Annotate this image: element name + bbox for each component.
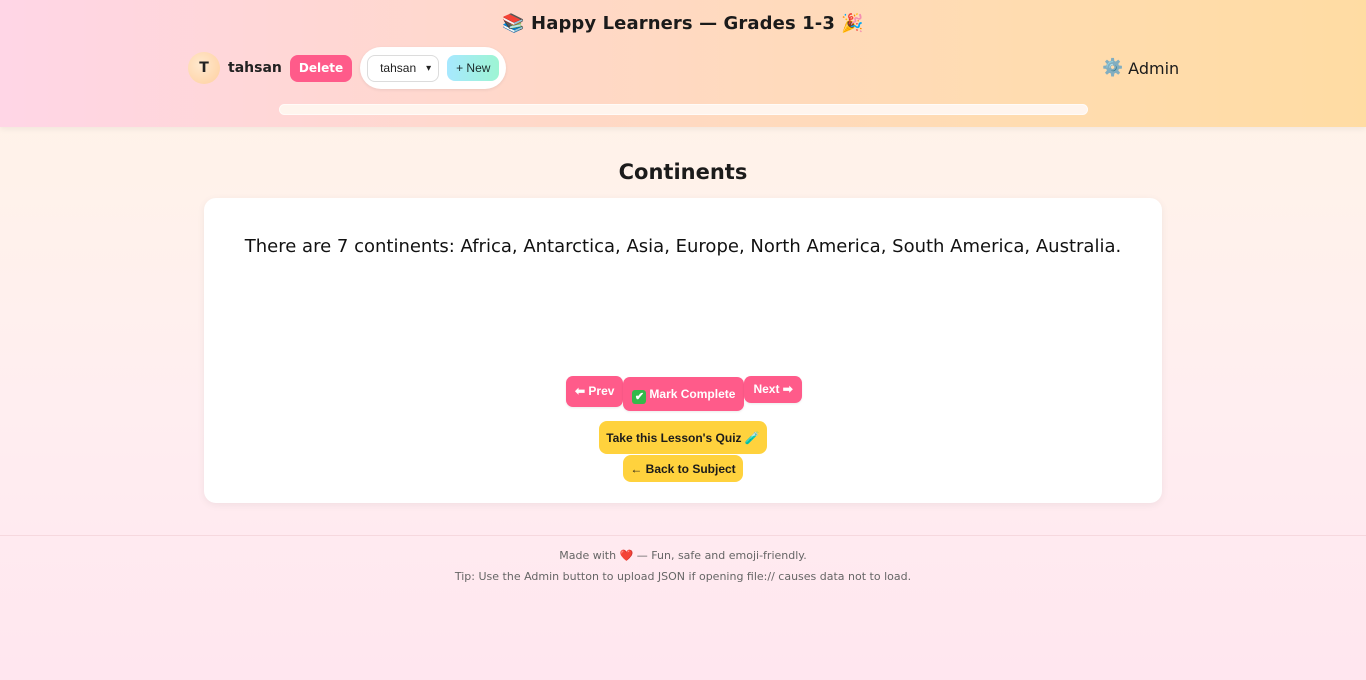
mark-complete-label: Mark Complete (649, 387, 736, 401)
app-title-text: Happy Learners — Grades 1-3 (531, 13, 835, 34)
books-icon: 📚 (502, 13, 525, 34)
mark-complete-button[interactable]: ✔ Mark Complete (623, 377, 745, 411)
lesson-card: There are 7 continents: Africa, Antarcti… (204, 198, 1162, 503)
chevron-down-icon: ▾ (426, 62, 432, 74)
lesson-text: There are 7 continents: Africa, Antarcti… (244, 236, 1122, 257)
check-icon: ✔ (632, 390, 647, 404)
next-button[interactable]: Next ➡ (744, 376, 802, 403)
new-user-button[interactable]: + New (447, 55, 500, 81)
user-select[interactable]: tahsan ▾ (367, 54, 440, 82)
back-to-subject-button[interactable]: ← Back to Subject (623, 455, 743, 482)
avatar-letter: T (199, 60, 209, 76)
app-header: 📚 Happy Learners — Grades 1-3 🎉 T tahsan… (0, 0, 1366, 127)
footer-made-with-suffix: — Fun, safe and emoji-friendly. (636, 549, 807, 562)
prev-button[interactable]: ⬅ Prev (566, 376, 624, 407)
current-username: tahsan (228, 60, 282, 76)
party-popper-icon: 🎉 (841, 13, 864, 34)
footer-divider (0, 535, 1366, 536)
heart-icon: ❤️ (619, 549, 634, 562)
user-bar: T tahsan Delete tahsan ▾ + New (188, 47, 507, 89)
user-select-value: tahsan (380, 61, 417, 75)
take-quiz-label: Take this Lesson's Quiz 🧪 (606, 430, 760, 445)
avatar: T (188, 52, 220, 84)
footer-tip: Tip: Use the Admin button to upload JSON… (454, 570, 912, 583)
admin-label: Admin (1128, 58, 1180, 78)
footer-made-with: Made with ❤️ — Fun, safe and emoji-frien… (0, 549, 1366, 562)
back-to-subject-label: ← Back to Subject (630, 461, 736, 476)
take-quiz-button[interactable]: Take this Lesson's Quiz 🧪 (599, 421, 767, 454)
admin-button[interactable]: ⚙️ Admin (1102, 58, 1179, 78)
delete-user-button[interactable]: Delete (289, 54, 353, 82)
gear-icon: ⚙️ (1102, 58, 1124, 78)
lesson-title: Continents (618, 160, 748, 184)
progress-bar (279, 104, 1088, 115)
user-switcher: tahsan ▾ + New (360, 47, 507, 89)
lesson-nav: ⬅ Prev ✔ Mark Complete Next ➡ (566, 376, 802, 411)
footer-made-with-prefix: Made with (559, 549, 617, 562)
app-title: 📚 Happy Learners — Grades 1-3 🎉 (0, 13, 1366, 34)
